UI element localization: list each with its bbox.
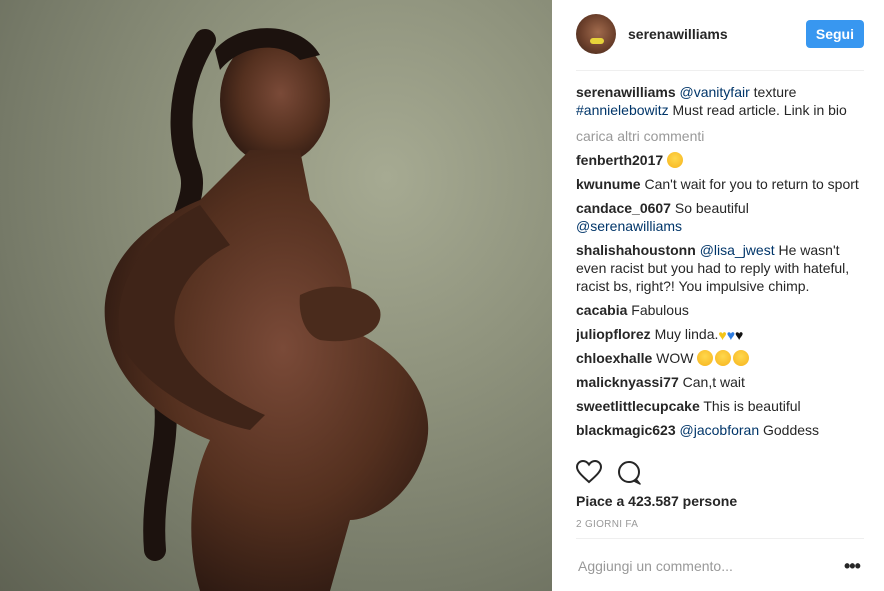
comment-item: cacabia Fabulous	[576, 301, 866, 319]
caption-mention[interactable]: @vanityfair	[680, 84, 750, 100]
comment-username[interactable]: chloexhalle	[576, 350, 652, 366]
post-actions	[575, 459, 864, 486]
follow-button[interactable]: Segui	[805, 20, 864, 48]
post-sidebar: serenawilliams Segui serenawilliams @van…	[552, 0, 884, 591]
avatar[interactable]	[576, 14, 616, 54]
heart-eyes-emoji-icon	[697, 350, 714, 366]
comment-text: Muy linda.	[654, 326, 719, 342]
comment-item: sweetlittlecupcake This is beautiful	[576, 397, 866, 415]
comment-item: malicknyassi77 Can,t wait	[576, 373, 866, 391]
comment-mention[interactable]: @lisa_jwest	[700, 242, 775, 258]
comment-mention[interactable]: @serenawilliams	[576, 218, 682, 234]
caption-hashtag[interactable]: #annielebowitz	[576, 102, 669, 118]
portrait-illustration	[104, 28, 429, 591]
black-heart-icon: ♥	[735, 327, 744, 343]
comment-username[interactable]: sweetlittlecupcake	[576, 398, 700, 414]
caption: serenawilliams @vanityfair texture #anni…	[576, 83, 866, 119]
caption-text-1: texture	[749, 84, 797, 100]
comment-item: shalishahoustonn @lisa_jwest He wasn't e…	[576, 241, 866, 295]
comment-username[interactable]: blackmagic623	[576, 422, 676, 438]
yellow-heart-icon: ♥	[718, 327, 727, 343]
instagram-post: serenawilliams Segui serenawilliams @van…	[0, 0, 884, 591]
comment-text: Can,t wait	[682, 374, 745, 390]
post-photo[interactable]	[0, 0, 552, 591]
comment-item: blackmagic623 @jacobforan Goddess	[576, 421, 866, 439]
comment-text: Fabulous	[631, 302, 689, 318]
post-timestamp: 2 GIORNI FA	[576, 519, 639, 530]
comment-username[interactable]: juliopflorez	[576, 326, 651, 342]
tongue-emoji-icon	[667, 152, 684, 168]
comment-text: Can't wait for you to return to sport	[644, 176, 859, 192]
like-heart-icon[interactable]	[575, 459, 604, 486]
likes-count[interactable]: Piace a 423.587 persone	[576, 493, 737, 509]
comment-username[interactable]: fenberth2017	[576, 152, 663, 168]
comment-item: kwunume Can't wait for you to return to …	[576, 175, 866, 193]
comment-item: fenberth2017	[576, 151, 866, 169]
comment-username[interactable]: candace_0607	[576, 200, 671, 216]
comment-username[interactable]: shalishahoustonn	[576, 242, 696, 258]
comment-text: This is beautiful	[703, 398, 801, 414]
comment-text: Goddess	[763, 422, 820, 438]
comment-item: juliopflorez Muy linda.♥♥♥	[576, 325, 866, 343]
comment-item: candace_0607 So beautiful @serenawilliam…	[576, 199, 866, 235]
post-username[interactable]: serenawilliams	[628, 26, 806, 42]
post-header: serenawilliams Segui	[576, 14, 864, 54]
comment-text: So beautiful	[674, 200, 749, 216]
comment-username[interactable]: kwunume	[576, 176, 641, 192]
caption-username[interactable]: serenawilliams	[576, 84, 676, 100]
comment-username[interactable]: cacabia	[576, 302, 627, 318]
header-divider	[576, 70, 864, 71]
load-more-comments[interactable]: carica altri commenti	[576, 127, 866, 145]
blue-heart-icon: ♥	[726, 327, 735, 343]
heart-eyes-emoji-icon	[733, 350, 750, 366]
comment-username[interactable]: malicknyassi77	[576, 374, 679, 390]
footer-divider	[576, 538, 864, 539]
heart-eyes-emoji-icon	[715, 350, 732, 366]
comments-list[interactable]: serenawilliams @vanityfair texture #anni…	[576, 83, 866, 453]
comment-mention[interactable]: @jacobforan	[680, 422, 760, 438]
comment-bubble-icon[interactable]	[616, 460, 644, 486]
caption-text-2: Must read article. Link in bio	[668, 102, 847, 118]
comment-text: WOW	[656, 350, 694, 366]
add-comment-input[interactable]: Aggiungi un commento...	[578, 558, 733, 574]
more-options-icon[interactable]: •••	[844, 556, 861, 577]
comment-item: chloexhalle WOW	[576, 349, 866, 367]
